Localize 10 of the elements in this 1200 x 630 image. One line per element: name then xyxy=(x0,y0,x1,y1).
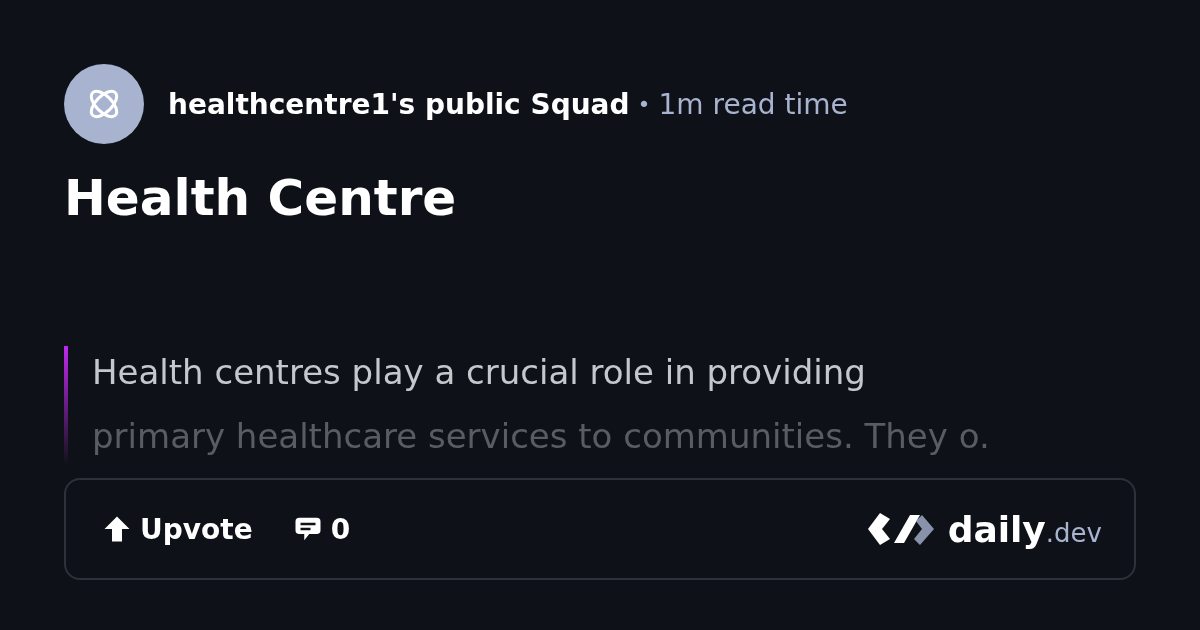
squad-name[interactable]: healthcentre1's public Squad xyxy=(168,87,630,121)
upvote-button[interactable]: Upvote xyxy=(102,512,253,546)
separator: • xyxy=(637,91,651,117)
arrow-up-icon xyxy=(102,514,132,544)
summary-line: Health centres play a crucial role in providing xyxy=(92,351,867,394)
summary-line: primary healthcare services to communities. They o. xyxy=(92,415,990,458)
read-time: 1m read time xyxy=(658,87,848,121)
brand-name: daily.dev xyxy=(947,508,1102,550)
post-title: Health Centre xyxy=(64,168,458,229)
comments-button[interactable]: 0 xyxy=(292,512,351,546)
